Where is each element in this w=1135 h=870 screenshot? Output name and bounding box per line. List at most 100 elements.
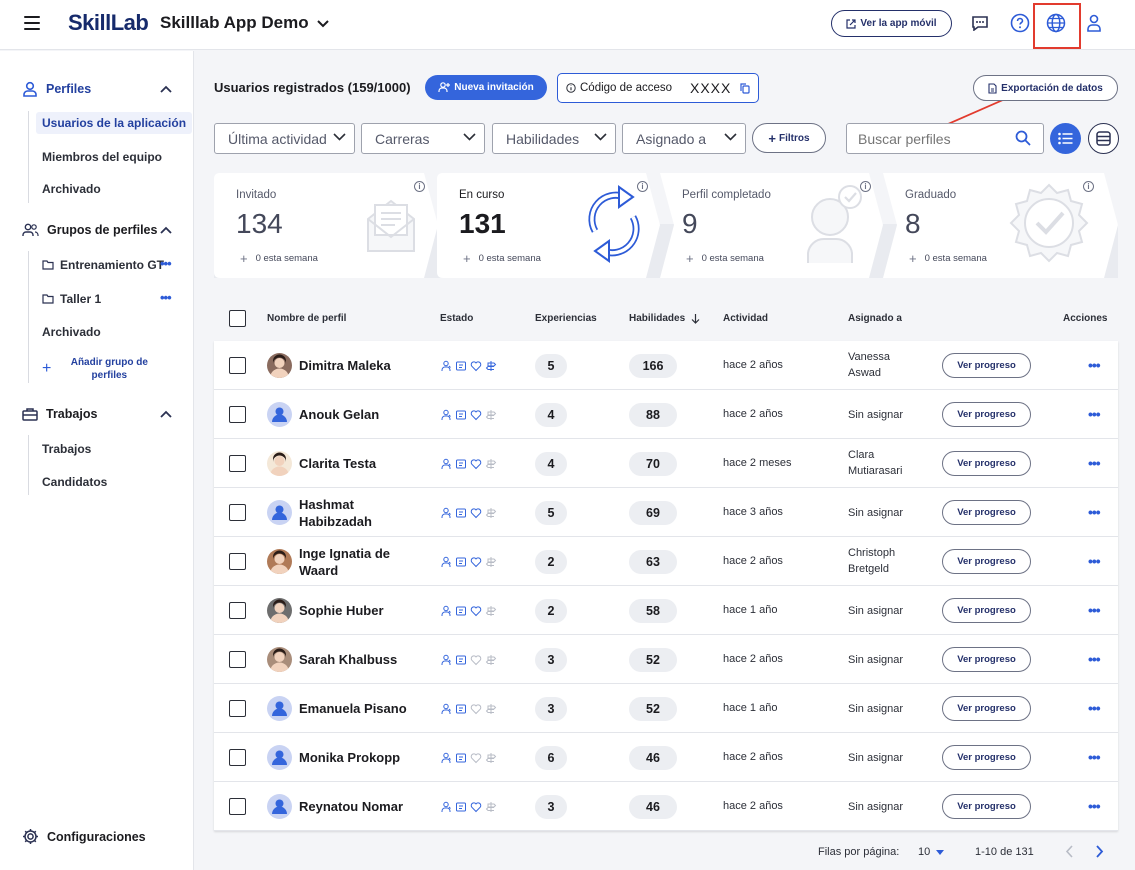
stat-card-invited[interactable]: Invitado 134 +0 esta semana i [214,173,425,278]
row-actions-dots-icon[interactable]: ••• [1088,798,1101,814]
view-progress-button[interactable]: Ver progreso [942,745,1031,770]
mobile-app-button[interactable]: Ver la app móvil [831,10,952,37]
sidebar-item-jobs[interactable]: Trabajos [42,442,91,456]
column-header-experiences[interactable]: Experiencias [535,313,597,324]
search-input[interactable] [846,123,1044,154]
view-progress-button[interactable]: Ver progreso [942,402,1031,427]
stat-card-in-progress[interactable]: En curso 131 +0 esta semana i [437,173,648,278]
chat-icon[interactable] [969,12,991,34]
stat-card-graduated[interactable]: Graduado 8 +0 esta semana i [883,173,1103,278]
group-menu-dots-icon[interactable]: ••• [160,290,172,305]
careers-filter[interactable]: Carreras [361,123,485,154]
select-all-checkbox[interactable] [229,310,246,327]
sidebar-item-archived[interactable]: Archivado [42,182,101,196]
previous-page-icon[interactable] [1065,845,1073,858]
profile-name[interactable]: Emanuela Pisano [299,700,429,717]
row-actions-dots-icon[interactable]: ••• [1088,504,1101,520]
row-checkbox[interactable] [229,406,246,423]
sidebar-section-jobs[interactable]: Trabajos [22,407,97,421]
table-row[interactable]: Reynatou Nomar 3 46 hace 2 años Sin asig… [214,782,1118,831]
sidebar-item-app-users[interactable]: Usuarios de la aplicación [36,112,193,134]
view-progress-button[interactable]: Ver progreso [942,647,1031,672]
view-progress-button[interactable]: Ver progreso [942,353,1031,378]
row-checkbox[interactable] [229,357,246,374]
chevron-up-icon[interactable] [160,85,172,93]
assigned-to-filter[interactable]: Asignado a [622,123,746,154]
profile-name[interactable]: Dimitra Maleka [299,357,429,374]
skills-filter[interactable]: Habilidades [492,123,616,154]
row-actions-dots-icon[interactable]: ••• [1088,749,1101,765]
view-progress-button[interactable]: Ver progreso [942,500,1031,525]
app-selector[interactable]: Skilllab App Demo [160,13,329,33]
stat-card-profile-completed[interactable]: Perfil completado 9 +0 esta semana i [660,173,880,278]
sidebar-item-group-training[interactable]: Entrenamiento GT [42,258,164,272]
table-row[interactable]: Clarita Testa 4 70 hace 2 meses Clara Mu… [214,439,1118,488]
table-row[interactable]: Sarah Khalbuss 3 52 hace 2 años Sin asig… [214,635,1118,684]
row-checkbox[interactable] [229,553,246,570]
help-icon[interactable] [1009,12,1031,34]
row-actions-dots-icon[interactable]: ••• [1088,455,1101,471]
add-group-button[interactable]: + Añadir grupo de perfiles [42,356,159,382]
sidebar-item-team-members[interactable]: Miembros del equipo [42,150,162,164]
row-actions-dots-icon[interactable]: ••• [1088,553,1101,569]
sidebar-item-group-workshop[interactable]: Taller 1 [42,292,101,306]
column-header-activity[interactable]: Actividad [723,313,768,324]
table-row[interactable]: Anouk Gelan 4 88 hace 2 años Sin asignar… [214,390,1118,439]
group-menu-dots-icon[interactable]: ••• [160,256,172,271]
chevron-up-icon[interactable] [160,410,172,418]
table-row[interactable]: Sophie Huber 2 58 hace 1 año Sin asignar… [214,586,1118,635]
sort-down-icon[interactable] [691,313,700,324]
row-actions-dots-icon[interactable]: ••• [1088,406,1101,422]
table-row[interactable]: Monika Prokopp 6 46 hace 2 años Sin asig… [214,733,1118,782]
row-actions-dots-icon[interactable]: ••• [1088,357,1101,373]
profile-name[interactable]: Clarita Testa [299,455,429,472]
view-progress-button[interactable]: Ver progreso [942,598,1031,623]
row-checkbox[interactable] [229,504,246,521]
globe-icon[interactable] [1045,12,1067,34]
board-view-button[interactable] [1088,123,1119,154]
last-activity-filter[interactable]: Última actividad [214,123,355,154]
profile-name[interactable]: Reynatou Nomar [299,798,429,815]
copy-icon[interactable] [740,83,750,94]
menu-icon[interactable] [24,16,40,30]
new-invitation-button[interactable]: Nueva invitación [425,75,547,100]
row-checkbox[interactable] [229,700,246,717]
list-view-button[interactable] [1050,123,1081,154]
profile-name[interactable]: Sophie Huber [299,602,429,619]
row-checkbox[interactable] [229,798,246,815]
user-icon[interactable] [1083,12,1105,34]
profile-name[interactable]: Sarah Khalbuss [299,651,429,668]
sidebar-section-groups[interactable]: Grupos de perfiles [22,223,157,237]
column-header-skills[interactable]: Habilidades [629,313,685,324]
profile-name[interactable]: Hashmat Habibzadah [299,496,429,530]
profile-name[interactable]: Monika Prokopp [299,749,429,766]
view-progress-button[interactable]: Ver progreso [942,696,1031,721]
view-progress-button[interactable]: Ver progreso [942,451,1031,476]
sidebar-item-groups-archived[interactable]: Archivado [42,325,101,339]
sidebar-item-candidates[interactable]: Candidatos [42,475,107,489]
row-actions-dots-icon[interactable]: ••• [1088,651,1101,667]
data-export-button[interactable]: Exportación de datos [973,75,1118,101]
table-row[interactable]: Hashmat Habibzadah 5 69 hace 3 años Sin … [214,488,1118,537]
row-actions-dots-icon[interactable]: ••• [1088,602,1101,618]
table-row[interactable]: Emanuela Pisano 3 52 hace 1 año Sin asig… [214,684,1118,733]
profile-name[interactable]: Anouk Gelan [299,406,429,423]
next-page-icon[interactable] [1096,845,1104,858]
column-header-assigned[interactable]: Asignado a [848,313,902,324]
row-checkbox[interactable] [229,749,246,766]
table-row[interactable]: Inge Ignatia de Waard 2 63 hace 2 años C… [214,537,1118,586]
profile-name[interactable]: Inge Ignatia de Waard [299,545,429,579]
table-row[interactable]: Dimitra Maleka 5 166 hace 2 años Vanessa… [214,341,1118,390]
filters-button[interactable]: + Filtros [752,123,826,153]
settings-link[interactable]: Configuraciones [22,828,146,845]
row-actions-dots-icon[interactable]: ••• [1088,700,1101,716]
row-checkbox[interactable] [229,602,246,619]
row-checkbox[interactable] [229,651,246,668]
column-header-name[interactable]: Nombre de perfil [267,313,346,324]
row-checkbox[interactable] [229,455,246,472]
sidebar-section-profiles[interactable]: Perfiles [22,81,91,97]
view-progress-button[interactable]: Ver progreso [942,794,1031,819]
chevron-up-icon[interactable] [160,226,172,234]
rows-per-page-select[interactable]: 10 [918,846,945,858]
view-progress-button[interactable]: Ver progreso [942,549,1031,574]
